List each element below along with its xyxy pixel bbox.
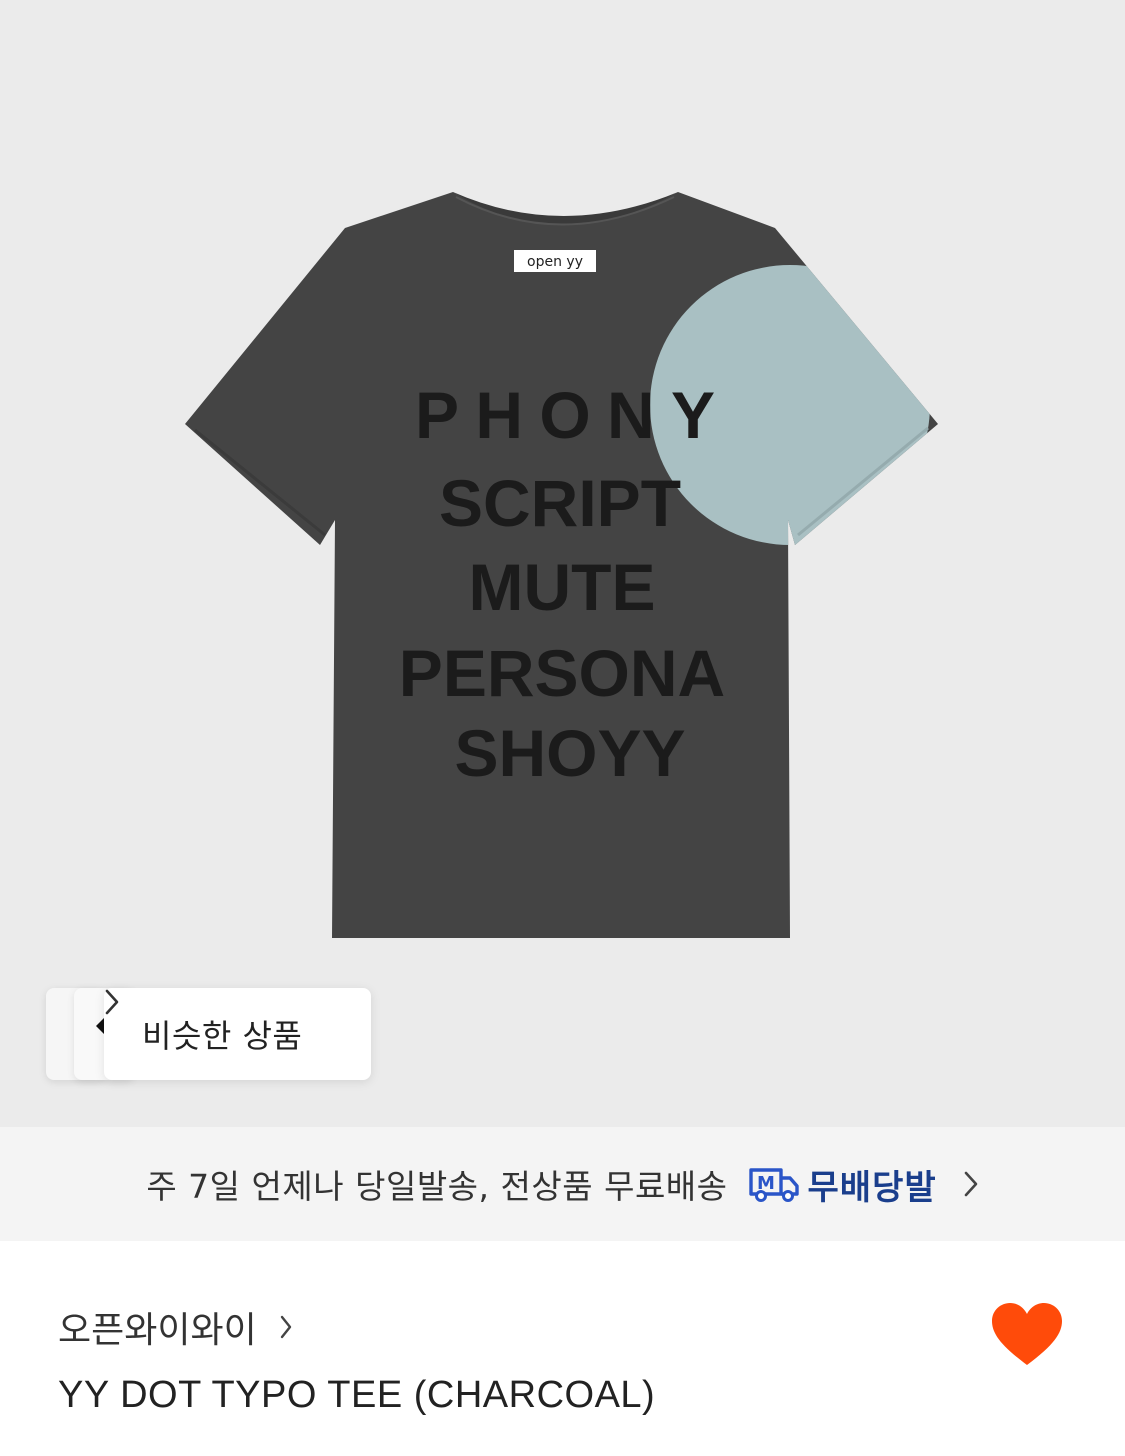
product-image-area[interactable]: open yy PHONY SCRIPT MUTE PERSONA SHOYY … [0, 0, 1125, 1127]
brand-link[interactable]: 오픈와이와이 [58, 1301, 293, 1353]
chevron-right-icon [963, 1170, 979, 1198]
svg-text:M: M [757, 1173, 775, 1194]
brand-name: 오픈와이와이 [58, 1310, 257, 1351]
heart-icon[interactable] [990, 1301, 1064, 1367]
print-line-4: PERSONA [399, 636, 725, 710]
product-info: 오픈와이와이 YY DOT TYPO TEE (CHARCOAL) [0, 1241, 1125, 1456]
shipping-text: 주 7일 언제나 당일발송, 전상품 무료배송 [146, 1167, 728, 1206]
product-name: YY DOT TYPO TEE (CHARCOAL) [58, 1374, 656, 1416]
free-shipping-banner[interactable]: 주 7일 언제나 당일발송, 전상품 무료배송 M 무배당발 [0, 1127, 1125, 1241]
brand-tag-text: open yy [527, 254, 583, 270]
delivery-truck-icon: M [748, 1164, 800, 1204]
print-line-2: SCRIPT [439, 466, 681, 540]
print-line-3: MUTE [469, 550, 656, 624]
chevron-right-icon [279, 1314, 293, 1340]
similar-products-button[interactable]: 비슷한 상품 [104, 988, 371, 1080]
shipping-brand: 무배당발 [807, 1167, 937, 1208]
product-image: open yy PHONY SCRIPT MUTE PERSONA SHOYY [185, 192, 938, 938]
print-line-5: SHOYY [454, 716, 685, 790]
similar-products-label: 비슷한 상품 [142, 1017, 303, 1055]
